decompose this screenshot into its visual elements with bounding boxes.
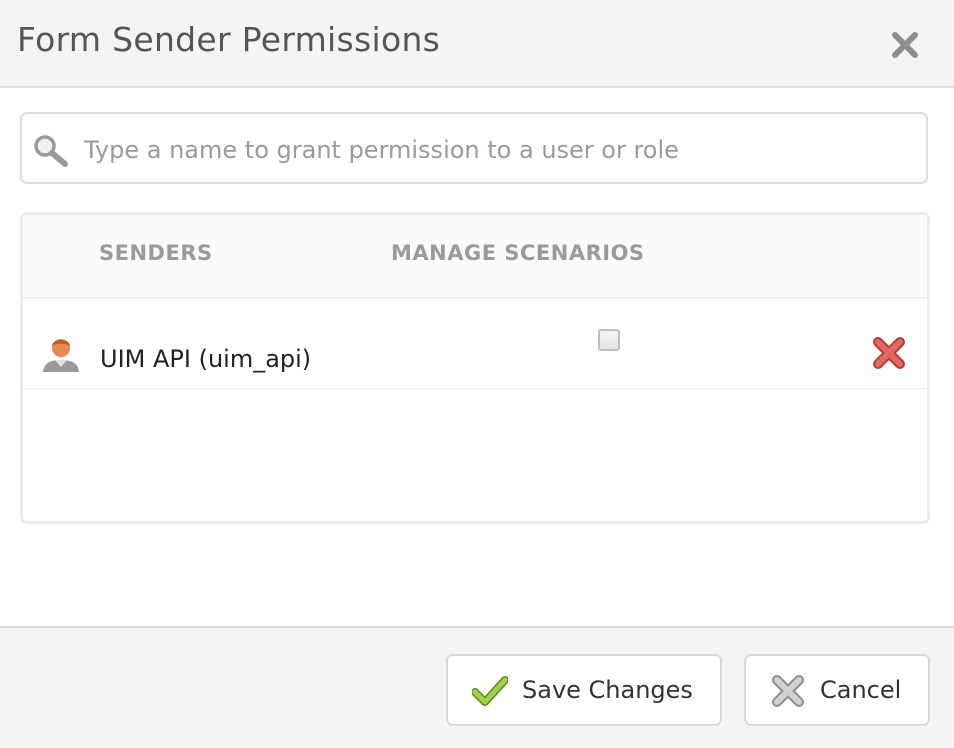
permissions-table: SENDERS MANAGE SCENARIOS UIM API (uim_ap…: [20, 212, 930, 524]
table-row: UIM API (uim_api): [23, 299, 927, 389]
save-changes-button[interactable]: Save Changes: [446, 654, 722, 726]
permissions-dialog: Form Sender Permissions SENDERS MANAGE S…: [0, 0, 954, 748]
remove-icon: [873, 337, 905, 369]
close-button[interactable]: [890, 30, 920, 60]
manage-scenarios-checkbox[interactable]: [598, 329, 620, 351]
column-header-senders: SENDERS: [99, 241, 213, 265]
table-header: SENDERS MANAGE SCENARIOS: [23, 215, 927, 299]
search-box: [20, 112, 928, 184]
close-icon: [892, 32, 918, 58]
search-input[interactable]: [82, 124, 916, 176]
dialog-header: Form Sender Permissions: [0, 0, 954, 88]
save-changes-label: Save Changes: [522, 676, 693, 704]
cancel-button[interactable]: Cancel: [744, 654, 930, 726]
search-icon: [34, 135, 68, 167]
dialog-title: Form Sender Permissions: [17, 20, 441, 59]
cancel-x-icon: [772, 675, 804, 707]
remove-sender-button[interactable]: [871, 335, 907, 371]
sender-name: UIM API (uim_api): [100, 345, 312, 373]
column-header-manage-scenarios: MANAGE SCENARIOS: [391, 241, 645, 265]
user-icon: [43, 339, 79, 372]
cancel-label: Cancel: [820, 676, 902, 704]
dialog-footer: Save Changes Cancel: [0, 626, 954, 748]
checkmark-icon: [472, 676, 508, 706]
